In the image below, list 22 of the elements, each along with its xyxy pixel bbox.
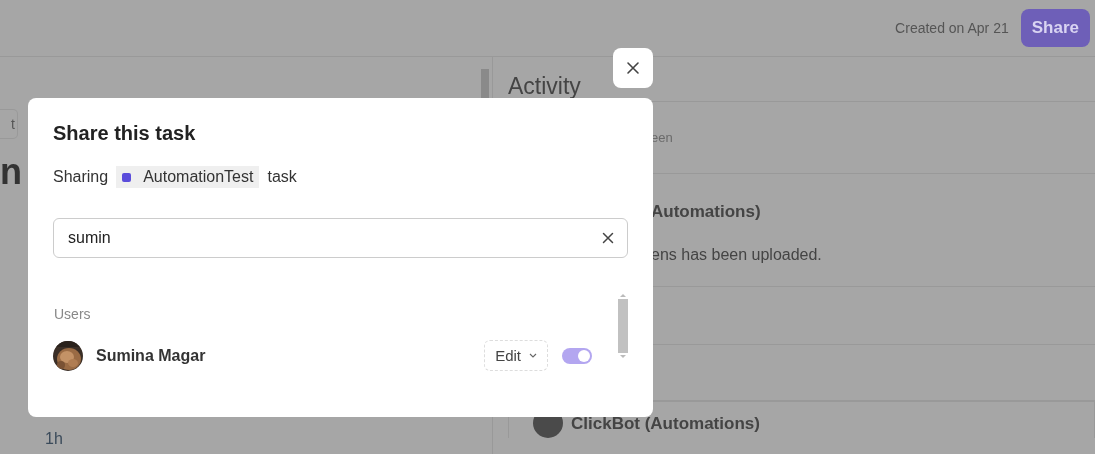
section-label: Users [53, 306, 92, 322]
dialog-title: Share this task [53, 122, 197, 146]
close-icon [626, 61, 640, 75]
caret-icon [529, 353, 537, 358]
permission-dropdown[interactable]: Edit [484, 340, 548, 371]
tag-chip: t [0, 109, 18, 139]
close-button[interactable] [613, 48, 653, 88]
search-field[interactable]: sumin [53, 218, 628, 258]
share-button[interactable]: Share [1020, 9, 1090, 47]
activity-author: ClickBot (Automations) [571, 414, 760, 434]
sharing-label: task [267, 168, 297, 186]
task-chip[interactable]: AutomationTest [116, 166, 260, 188]
activity-title: Activity [508, 72, 581, 101]
clear-icon[interactable] [602, 232, 614, 244]
toggle-switch[interactable] [562, 347, 592, 364]
task-status-icon [122, 172, 132, 182]
created-date: Created on Apr 21 [895, 20, 1009, 36]
activity-author: Automations) [651, 202, 762, 222]
duration-text: 1h [45, 430, 64, 448]
task-title: n [0, 151, 22, 193]
user-name: Sumina Magar [96, 346, 207, 365]
sharing-label: Sharing [53, 168, 109, 186]
